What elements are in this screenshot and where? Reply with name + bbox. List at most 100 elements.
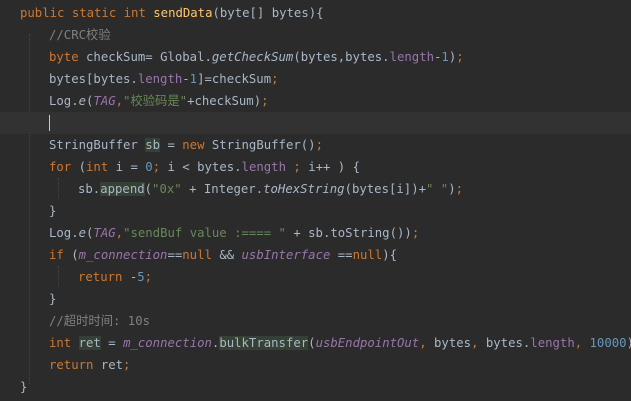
code-token: - [182, 72, 190, 86]
code-token: return [49, 358, 101, 372]
code-token: for [49, 160, 79, 174]
code-token: bytes[bytes. [49, 72, 138, 86]
code-token: i = [115, 160, 146, 174]
code-token: length [241, 160, 294, 174]
code-token: StringBuffer [49, 138, 146, 152]
code-token: length [389, 50, 434, 64]
code-token: int [49, 336, 79, 350]
code-token: ; [315, 138, 323, 152]
code-editor[interactable]: public static int sendData(byte[] bytes)… [0, 0, 631, 401]
code-token: 10000 [589, 336, 627, 350]
code-token: ; [411, 226, 420, 240]
code-token: i < bytes. [167, 160, 242, 174]
code-token: 5 [137, 270, 145, 284]
code-token: TAG [93, 94, 116, 108]
code-line-content: Log.e(TAG,"校验码是"+checkSum); [49, 90, 269, 112]
code-token: null [182, 248, 220, 262]
code-token: ; [456, 50, 464, 64]
code-token: 0 [145, 160, 153, 174]
code-token: checkSum= Global. [86, 50, 212, 64]
code-line-content: } [49, 288, 56, 310]
code-token: = [160, 138, 183, 152]
code-token: bytes. [485, 336, 531, 350]
code-token: usbEndpointOut [315, 336, 420, 350]
code-line[interactable]: int ret = m_connection.bulkTransfer(usbE… [0, 332, 631, 354]
code-token: " " [426, 182, 449, 196]
code-line[interactable]: byte checkSum= Global.getCheckSum(bytes,… [0, 46, 631, 68]
code-token: == [337, 248, 353, 262]
code-token: ){ [382, 248, 398, 262]
code-token: ; [261, 94, 269, 108]
code-line[interactable]: //超时时间: 10s [0, 310, 631, 332]
code-line[interactable]: for (int i = 0; i < bytes.length ; i++ )… [0, 156, 631, 178]
code-token: Log. [49, 94, 79, 108]
text-cursor [49, 115, 50, 131]
code-token: sendData [153, 6, 213, 20]
code-token: bulkTransfer [219, 336, 309, 350]
code-token: ; [455, 182, 464, 196]
code-line[interactable]: } [0, 376, 631, 398]
code-token: ret [78, 336, 101, 350]
code-token: (byte[] bytes){ [212, 6, 324, 20]
code-token: public static int [20, 6, 154, 20]
code-line-content: return ret; [49, 354, 130, 376]
code-token: ) [448, 182, 456, 196]
code-line-content: for (int i = 0; i < bytes.length ; i++ )… [49, 156, 360, 178]
code-token: + sb.toString()) [293, 226, 412, 240]
code-token: StringBuffer() [211, 138, 316, 152]
code-token: e [78, 94, 87, 108]
code-line[interactable]: Log.e(TAG,"sendBuf value :==== " + sb.to… [0, 222, 631, 244]
code-token: = [100, 336, 124, 350]
code-token: + Integer. [189, 182, 264, 196]
code-line[interactable]: return ret; [0, 354, 631, 376]
code-token: append [100, 182, 145, 196]
code-line[interactable]: StringBuffer sb = new StringBuffer(); [0, 134, 631, 156]
code-line-content: public static int sendData(byte[] bytes)… [20, 2, 324, 24]
code-token: new [182, 138, 212, 152]
code-token: +checkSum) [187, 94, 262, 108]
code-token: && [219, 248, 242, 262]
code-token: , [471, 336, 486, 350]
code-token: ; [144, 270, 153, 284]
code-token: ; [152, 160, 168, 174]
code-line[interactable]: } [0, 288, 631, 310]
code-token: getCheckSum [211, 50, 294, 64]
code-line-content: StringBuffer sb = new StringBuffer(); [49, 134, 323, 156]
code-line[interactable]: Log.e(TAG,"校验码是"+checkSum); [0, 90, 631, 112]
code-token: ( [308, 336, 316, 350]
code-token: } [49, 204, 57, 218]
code-line[interactable]: public static int sendData(byte[] bytes)… [0, 2, 631, 24]
code-token: == [167, 248, 183, 262]
code-line[interactable]: //CRC校验 [0, 24, 631, 46]
code-line-content: sb.append("0x" + Integer.toHexString(byt… [78, 178, 463, 200]
code-token: int [86, 160, 116, 174]
code-line[interactable]: return -5; [0, 266, 631, 288]
code-token: usbInterface [241, 248, 338, 262]
code-line[interactable]: sb.append("0x" + Integer.toHexString(byt… [0, 178, 631, 200]
code-line[interactable] [0, 112, 631, 134]
code-token: Log. [49, 226, 79, 240]
code-line[interactable]: } [0, 200, 631, 222]
code-line-content: byte checkSum= Global.getCheckSum(bytes,… [49, 46, 464, 68]
code-line[interactable]: if (m_connection==null && usbInterface =… [0, 244, 631, 266]
code-token: (bytes,bytes. [293, 50, 390, 64]
code-token: bytes [434, 336, 472, 350]
code-token: ; [123, 358, 131, 372]
code-line[interactable]: bytes[bytes.length-1]=checkSum; [0, 68, 631, 90]
code-line-content: } [20, 376, 27, 398]
code-token: null [352, 248, 383, 262]
code-line-content: Log.e(TAG,"sendBuf value :==== " + sb.to… [49, 222, 419, 244]
code-token: //超时时间: 10s [49, 314, 151, 328]
code-token: , [115, 94, 124, 108]
code-token: } [20, 380, 28, 394]
code-line-content: int ret = m_connection.bulkTransfer(usbE… [49, 332, 631, 354]
code-token: ret [100, 358, 124, 372]
code-token: , [115, 226, 124, 240]
code-token: //CRC校验 [49, 28, 111, 42]
code-token: TAG [93, 226, 116, 240]
code-token: m_connection [123, 336, 212, 350]
code-token: return [78, 270, 130, 284]
code-token: 1 [189, 72, 198, 86]
code-token: length [137, 72, 183, 86]
code-line-content: //CRC校验 [49, 24, 111, 46]
